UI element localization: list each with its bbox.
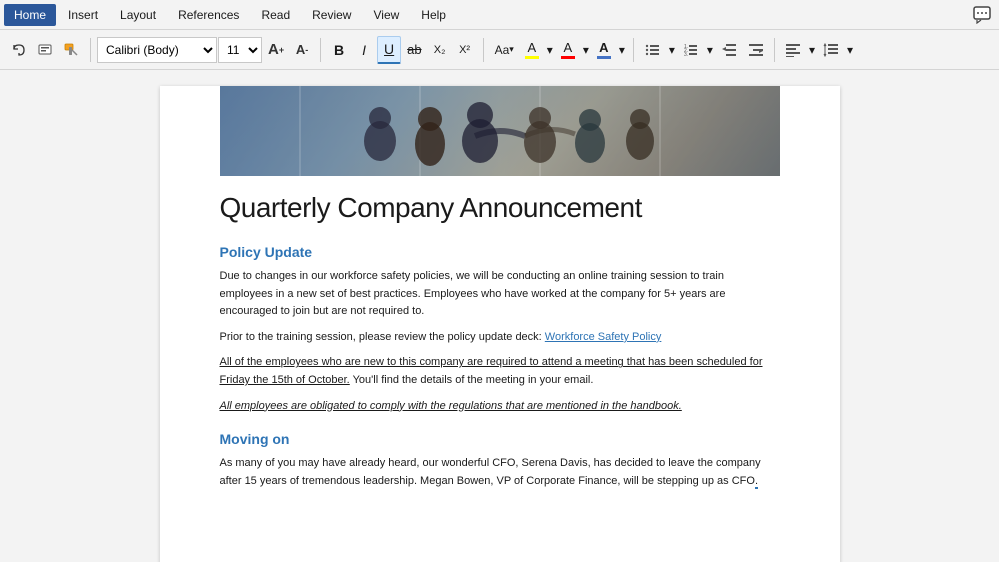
font-shrink-button[interactable]: A- <box>290 36 314 64</box>
font-grow-button[interactable]: A+ <box>263 36 289 64</box>
highlight-button[interactable]: A <box>520 36 544 64</box>
section-heading-moving-on: Moving on <box>220 431 780 447</box>
font-color-dropdown[interactable]: ▾ <box>581 36 591 64</box>
toolbar-para-group: ▾ 1.2.3. ▾ ▾ ▾ <box>640 36 855 64</box>
toolbar-format-group: B I U ab X₂ X² <box>327 36 476 64</box>
align-dropdown[interactable]: ▾ <box>807 36 817 64</box>
quick-access-button[interactable] <box>33 36 57 64</box>
toolbar-sep-1 <box>90 38 91 62</box>
font-color2-dropdown[interactable]: ▾ <box>617 36 627 64</box>
undo-button[interactable] <box>6 36 32 64</box>
change-case-button[interactable]: Aa ▾ <box>490 36 519 64</box>
indent-button[interactable] <box>743 36 769 64</box>
strikethrough-button[interactable]: ab <box>402 36 426 64</box>
spacing-dropdown[interactable]: ▾ <box>845 36 855 64</box>
svg-text:3.: 3. <box>684 52 688 57</box>
policy-para-1: Due to changes in our workforce safety p… <box>220 268 780 321</box>
numbering-button[interactable]: 1.2.3. <box>678 36 704 64</box>
policy-para-2: Prior to the training session, please re… <box>220 329 780 347</box>
moving-on-para-1: As many of you may have already heard, o… <box>220 455 780 490</box>
spacing-button[interactable] <box>818 36 844 64</box>
font-family-select[interactable]: Calibri (Body) <box>97 37 217 63</box>
superscript-button[interactable]: X² <box>453 36 477 64</box>
font-color-button[interactable]: A <box>556 36 580 64</box>
document-title: Quarterly Company Announcement <box>220 192 780 224</box>
workforce-safety-policy-link[interactable]: Workforce Safety Policy <box>545 331 662 343</box>
policy-para-4: All employees are obligated to comply wi… <box>220 398 780 416</box>
bold-button[interactable]: B <box>327 36 351 64</box>
font-size-select[interactable]: 11 <box>218 37 262 63</box>
italic-button[interactable]: I <box>352 36 376 64</box>
chat-icon[interactable] <box>969 2 995 28</box>
toolbar-font-group: Calibri (Body) 11 A+ A- <box>97 36 314 64</box>
document-header-image <box>220 86 780 176</box>
toolbar-sep-2 <box>320 38 321 62</box>
menu-help[interactable]: Help <box>411 4 456 26</box>
menu-read[interactable]: Read <box>251 4 300 26</box>
menu-references[interactable]: References <box>168 4 249 26</box>
italic-underline-text: All employees are obligated to comply wi… <box>220 400 682 412</box>
toolbar-text-group: Aa ▾ A ▾ A ▾ A ▾ <box>490 36 627 64</box>
bullets-dropdown[interactable]: ▾ <box>667 36 677 64</box>
underline-text: All of the employees who are new to this… <box>220 356 763 386</box>
toolbar: Calibri (Body) 11 A+ A- B I U ab X₂ X² A… <box>0 30 999 70</box>
autocorrect-indicator: . <box>755 475 758 489</box>
subscript-button[interactable]: X₂ <box>428 36 452 64</box>
menu-view[interactable]: View <box>363 4 409 26</box>
underline-button[interactable]: U <box>377 36 401 64</box>
font-color2-button[interactable]: A <box>592 36 616 64</box>
menu-home[interactable]: Home <box>4 4 56 26</box>
toolbar-sep-5 <box>774 38 775 62</box>
policy-para-3: All of the employees who are new to this… <box>220 354 780 389</box>
outdent-button[interactable] <box>716 36 742 64</box>
toolbar-sep-4 <box>633 38 634 62</box>
document-page: Quarterly Company Announcement Policy Up… <box>160 86 840 562</box>
numbering-dropdown[interactable]: ▾ <box>705 36 715 64</box>
bullets-button[interactable] <box>640 36 666 64</box>
section-policy-update: Policy Update Due to changes in our work… <box>220 244 780 415</box>
section-moving-on: Moving on As many of you may have alread… <box>220 431 780 490</box>
section-heading-policy: Policy Update <box>220 244 780 260</box>
align-button[interactable] <box>780 36 806 64</box>
menu-layout[interactable]: Layout <box>110 4 166 26</box>
menu-review[interactable]: Review <box>302 4 361 26</box>
menu-bar: Home Insert Layout References Read Revie… <box>0 0 999 30</box>
highlight-dropdown[interactable]: ▾ <box>545 36 555 64</box>
document-area: Quarterly Company Announcement Policy Up… <box>0 70 999 562</box>
toolbar-sep-3 <box>483 38 484 62</box>
format-painter-button[interactable] <box>58 36 84 64</box>
menu-insert[interactable]: Insert <box>58 4 108 26</box>
toolbar-undo-group <box>6 36 84 64</box>
